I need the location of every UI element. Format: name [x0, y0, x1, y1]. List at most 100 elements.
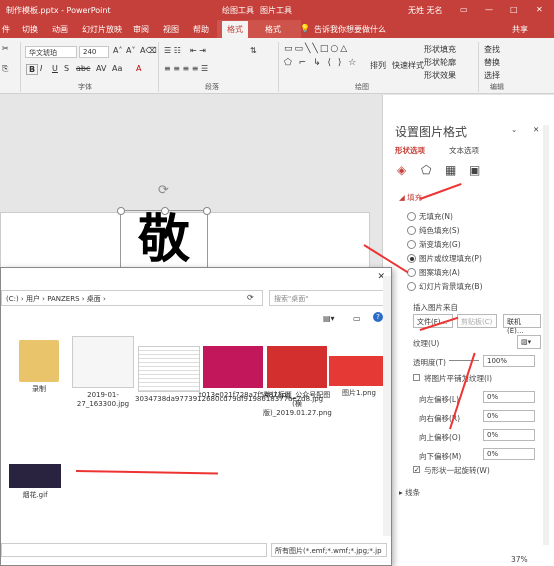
bold-button[interactable]: B [26, 64, 39, 75]
image-thumbnail [267, 346, 327, 388]
effects-icon[interactable]: ⬠ [421, 163, 431, 177]
offset-left-input[interactable]: 0% [483, 391, 535, 403]
increase-font-icon[interactable]: A˄ [113, 46, 122, 55]
refresh-icon[interactable]: ⟳ [247, 293, 254, 302]
help-icon[interactable]: ? [373, 312, 383, 322]
cut-icon[interactable]: ✂ [2, 44, 9, 53]
share-button[interactable]: 共享 [512, 24, 528, 35]
file-item[interactable]: 录制 [5, 340, 73, 394]
shape-fill-button[interactable]: 形状填充 [424, 44, 456, 55]
spacing-icon[interactable]: AV [96, 64, 106, 73]
copy-icon[interactable]: ⎘ [2, 64, 8, 74]
rotate-label: 与形状一起旋转(W) [424, 466, 490, 475]
offset-bottom-input[interactable]: 0% [483, 448, 535, 460]
tab-review[interactable]: 审阅 [133, 24, 149, 35]
search-input[interactable]: 搜索"桌面" [269, 290, 387, 306]
replace-button[interactable]: 替换 [484, 57, 500, 68]
view-options-icon[interactable]: ▤▾ [323, 314, 335, 323]
tab-animations[interactable]: 动画 [52, 24, 68, 35]
address-bar[interactable]: (C:) › 用户 › PANZERS › 桌面 › [1, 290, 263, 306]
transparency-slider[interactable] [449, 360, 479, 361]
pane-options-icon[interactable]: ⌄ [511, 125, 517, 134]
tell-me-box[interactable]: 告诉我你想要做什么 [314, 24, 386, 35]
image-thumbnail [203, 346, 263, 388]
indent-icon[interactable]: ⇤ ⇥ [190, 46, 206, 55]
clear-format-icon[interactable]: A⌫ [140, 46, 157, 55]
radio-background-fill[interactable] [407, 282, 416, 291]
minimize-icon[interactable]: — [485, 5, 493, 14]
tab-help[interactable]: 帮助 [193, 24, 209, 35]
size-icon[interactable]: ▦ [445, 163, 456, 177]
transparency-input[interactable]: 100% [483, 355, 535, 367]
radio-label: 幻灯片背景填充(B) [419, 282, 483, 291]
rotate-checkbox[interactable]: ✓ [413, 466, 420, 474]
tab-transitions[interactable]: 切换 [22, 24, 38, 35]
arrange-button[interactable]: 排列 [370, 60, 386, 71]
decrease-font-icon[interactable]: A˅ [126, 46, 135, 55]
offset-top-label: 向上偏移(O) [419, 433, 461, 442]
italic-button[interactable]: I [40, 64, 42, 73]
offset-left-label: 向左偏移(L) [419, 395, 460, 404]
font-size-select[interactable]: 240 [79, 46, 109, 58]
strike-button[interactable]: abc [76, 64, 90, 73]
radio-gradient-fill[interactable] [407, 240, 416, 249]
filename-input[interactable] [1, 543, 267, 557]
preview-pane-icon[interactable]: ▭ [353, 314, 361, 323]
align-icons[interactable]: ≡ ≡ ≡ ≡ ☰ [164, 64, 208, 73]
radio-solid-fill[interactable] [407, 226, 416, 235]
zoom-level: 37% [511, 555, 528, 564]
shapes-gallery-row2[interactable]: ⬠ ⌐ ↳ ⟨ ⟩ ☆ [284, 58, 358, 68]
find-button[interactable]: 查找 [484, 44, 500, 55]
close-icon[interactable]: ✕ [536, 5, 543, 14]
picture-icon[interactable]: ▣ [469, 163, 480, 177]
shapes-gallery[interactable]: ▭▭╲╲□○△ [284, 44, 349, 54]
file-item[interactable]: 3034738da9773912680cd79df9198618377ae2d8… [135, 346, 323, 404]
texture-picker[interactable]: ▨▾ [517, 335, 541, 349]
pane-close-icon[interactable]: ✕ [533, 125, 539, 134]
file-name: 2019-01-27_163300.jpg [76, 391, 130, 408]
clipboard-button[interactable]: 剪贴板(C) [457, 314, 497, 328]
file-type-select[interactable]: 所有图片(*.emf;*.wmf;*.jpg;*.jp [271, 543, 387, 557]
file-item[interactable]: 烟花.gif [1, 464, 69, 500]
offset-right-input[interactable]: 0% [483, 410, 535, 422]
bullets-icon[interactable]: ☰ ☷ [164, 46, 181, 55]
picture-tools-label: 图片工具 [260, 6, 292, 15]
font-name-select[interactable]: 华文琥珀 [25, 46, 77, 58]
select-button[interactable]: 选择 [484, 70, 500, 81]
tab-text-options[interactable]: 文本选项 [449, 145, 479, 156]
tab-slideshow[interactable]: 幻灯片放映 [82, 24, 122, 35]
shadow-button[interactable]: S [64, 64, 69, 73]
file-item[interactable]: 2019-01-27_163300.jpg [69, 336, 137, 409]
text-direction-icon[interactable]: ⇅ [250, 46, 257, 55]
online-button[interactable]: 联机(E)... [503, 314, 541, 335]
dialog-scrollbar[interactable] [383, 276, 391, 536]
tab-format-drawing[interactable]: 格式 [222, 21, 248, 38]
transparency-label: 透明度(T) [413, 358, 446, 367]
radio-picture-fill[interactable] [407, 254, 416, 263]
tab-format-picture[interactable]: 格式 [265, 24, 281, 35]
file-item[interactable]: t013e021f728a7f5487.jpg [199, 346, 291, 400]
tab-view[interactable]: 视图 [163, 24, 179, 35]
pane-scrollbar[interactable] [543, 125, 549, 545]
line-section-label: 线条 [405, 488, 421, 497]
font-color-icon[interactable]: A [136, 64, 141, 73]
shape-outline-button[interactable]: 形状轮廓 [424, 57, 456, 68]
pane-title: 设置图片格式 [395, 125, 468, 139]
tab-shape-options[interactable]: 形状选项 [395, 145, 425, 156]
quick-styles-button[interactable]: 快速样式 [392, 60, 424, 71]
restore-icon[interactable]: ▭ [460, 5, 468, 14]
rotate-handle-icon[interactable]: ⟳ [158, 183, 169, 198]
offset-top-input[interactable]: 0% [483, 429, 535, 441]
underline-button[interactable]: U [52, 64, 58, 73]
radio-pattern-fill[interactable] [407, 268, 416, 277]
radio-no-fill[interactable] [407, 212, 416, 221]
file-item[interactable]: 默认标题_公众号配图(横版)_2019.01.27.png [263, 346, 332, 418]
slide-text-character[interactable]: 敬 [126, 208, 202, 272]
shape-effects-button[interactable]: 形状效果 [424, 70, 456, 81]
maximize-icon[interactable]: □ [510, 5, 518, 14]
line-section-header[interactable]: ▸ 线条 [399, 487, 420, 498]
case-icon[interactable]: Aa [112, 64, 122, 73]
tab-file[interactable]: 件 [2, 24, 10, 35]
tile-checkbox[interactable] [413, 374, 420, 381]
fill-line-icon[interactable]: ◈ [397, 163, 406, 177]
